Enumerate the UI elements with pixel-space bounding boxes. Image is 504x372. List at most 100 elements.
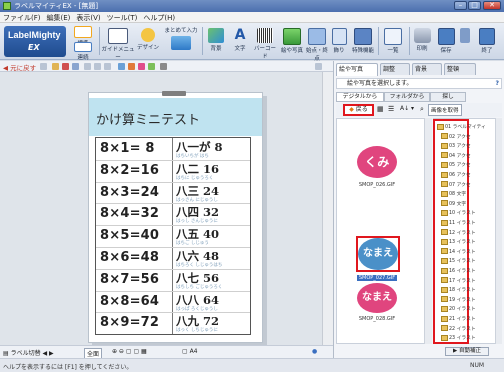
tree-folder-item[interactable]: 17 イラスト	[441, 277, 476, 284]
tree-folder-item[interactable]: 20 イラスト	[441, 305, 476, 312]
tab-arrange[interactable]: 整頓	[444, 63, 476, 75]
status-message: ヘルプを表示するには [F1] を押してください。	[3, 364, 133, 371]
thumb-namae[interactable]: なまえ	[357, 283, 397, 313]
brush-icon[interactable]	[148, 63, 155, 70]
tree-folder-label: 01 ラベルマイティ	[445, 125, 486, 130]
tab-search[interactable]: 探し	[430, 92, 466, 102]
app-icon	[3, 2, 11, 10]
thumbnail-scrollbar[interactable]	[424, 118, 432, 344]
guide-menu-button[interactable]: ガイドメニュー	[101, 28, 135, 61]
color-icon[interactable]	[128, 63, 135, 70]
special-function-button[interactable]: 特殊機能	[350, 28, 376, 54]
tree-folder-item[interactable]: 11 イラスト	[441, 219, 476, 226]
cut-icon[interactable]	[52, 63, 59, 70]
sort-icon[interactable]: A↓ ▾	[400, 105, 414, 112]
get-image-button[interactable]: 画像を取得	[428, 104, 462, 116]
clipart-button[interactable]: 絵や写真	[280, 28, 304, 54]
continuous-button[interactable]: 連続	[70, 42, 96, 61]
minimize-button[interactable]: –	[454, 1, 467, 10]
tree-folder-item[interactable]: 06 アクセ	[441, 171, 471, 178]
tree-folder-item[interactable]: 15 イラスト	[441, 257, 476, 264]
folder-icon	[441, 296, 448, 303]
bulk-input-button[interactable]: まとめて入力	[163, 26, 199, 51]
edit-toolbar: ◀ 元に戻す	[0, 61, 333, 72]
zoom-in-icon[interactable]: ⊕ ⊖ ▢ ▢ ▦	[112, 348, 147, 355]
redo-icon[interactable]	[40, 63, 47, 70]
help-icon[interactable]: ●	[312, 348, 317, 355]
tree-folder-label: 23 イラスト	[449, 336, 476, 342]
view-list-icon[interactable]: ☰	[388, 105, 394, 113]
search-icon[interactable]: ⌕	[420, 105, 424, 114]
panel-toggle-icon[interactable]	[315, 63, 322, 70]
back-button[interactable]: ◆ 戻る	[343, 104, 374, 116]
canvas-scrollbar[interactable]	[322, 72, 333, 345]
tree-folder-item[interactable]: 07 アクセ	[441, 181, 471, 188]
pen-icon[interactable]	[138, 63, 145, 70]
tree-scrollbar[interactable]	[495, 118, 502, 344]
table-row[interactable]: 8×9=72 八九 72 はっく しちじゅうに	[96, 312, 250, 335]
label-switch[interactable]: ▤ ラベル切替 ◀ ▶	[3, 348, 54, 357]
table-row[interactable]: 8×1= 8 八一が 8 はちいちが はち	[96, 138, 250, 161]
tab-background[interactable]: 背景	[412, 63, 442, 75]
list-button[interactable]: 一覧	[380, 28, 406, 54]
align-icon[interactable]	[84, 63, 91, 70]
tab-digital[interactable]: デジタルから	[336, 92, 384, 102]
help-question-icon[interactable]: ?	[496, 79, 499, 88]
edit-button[interactable]	[458, 28, 472, 44]
tree-folder-item[interactable]: 21 イラスト	[441, 315, 476, 322]
table-row[interactable]: 8×4=32 八四 32 はっし さんじゅうに	[96, 203, 250, 226]
tree-folder-item[interactable]: 19 イラスト	[441, 296, 476, 303]
table-row[interactable]: 8×2=16 八二 16 はちに じゅうろく	[96, 160, 250, 183]
table-row[interactable]: 8×3=24 八三 24 はっさん にじゅうし	[96, 182, 250, 205]
decoration-label: 飾り	[333, 48, 345, 54]
tree-folder-item[interactable]: 18 イラスト	[441, 286, 476, 293]
tree-folder-item[interactable]: 12 イラスト	[441, 229, 476, 236]
table-row[interactable]: 8×5=40 八五 40 はちご しじゅう	[96, 225, 250, 248]
tree-folder-item[interactable]: 13 イラスト	[441, 238, 476, 245]
tree-folder-item[interactable]: 09 文字	[441, 200, 466, 207]
table-row[interactable]: 8×7=56 八七 56 はちしち ごじゅうろく	[96, 269, 250, 292]
exit-button[interactable]: 終了	[476, 28, 498, 54]
tree-folder-item[interactable]: 01 ラベルマイティ	[437, 123, 486, 130]
reading-kana: はちご しじゅう	[176, 241, 209, 247]
tree-folder-item[interactable]: 04 アクセ	[441, 152, 471, 159]
copy-icon[interactable]	[62, 63, 69, 70]
start-end-button[interactable]: 始点・終点	[305, 28, 329, 62]
maximize-button[interactable]: □	[468, 1, 481, 10]
rotate-icon[interactable]	[160, 63, 167, 70]
group-icon[interactable]	[94, 63, 101, 70]
tab-adjust[interactable]: 調整	[380, 63, 410, 75]
view-grid-icon[interactable]: ▦	[377, 105, 384, 113]
tree-folder-item[interactable]: 22 イラスト	[441, 325, 476, 332]
tree-folder-item[interactable]: 08 文字	[441, 190, 466, 197]
tree-folder-item[interactable]: 05 アクセ	[441, 161, 471, 168]
close-button[interactable]: ✕	[483, 1, 501, 10]
tree-folder-item[interactable]: 23 イラスト	[441, 334, 476, 341]
auto-correct-button[interactable]: ▶ 自動補正	[445, 347, 489, 356]
decoration-button[interactable]: 飾り	[330, 28, 348, 54]
tree-folder-item[interactable]: 16 イラスト	[441, 267, 476, 274]
source-tabs: デジタルから フォルダから 探し	[336, 92, 502, 102]
barcode-button[interactable]: バーコード	[252, 28, 278, 60]
tree-folder-item[interactable]: 14 イラスト	[441, 248, 476, 255]
order-icon[interactable]	[104, 63, 111, 70]
table-row[interactable]: 8×8=64 八八 64 はっぱ ろくじゅうし	[96, 291, 250, 314]
frame-icon[interactable]	[118, 63, 125, 70]
tab-folder[interactable]: フォルダから	[384, 92, 430, 102]
tree-folder-item[interactable]: 10 イラスト	[441, 209, 476, 216]
multiplication-table[interactable]: 8×1= 8 八一が 8 はちいちが はち 8×2=16 八二 16 はちに じゅうろく 8…	[95, 137, 251, 335]
table-row[interactable]: 8×6=48 八六 48 はちろく しじゅうはち	[96, 247, 250, 270]
background-button[interactable]: 背景	[204, 28, 228, 52]
paste-icon[interactable]	[72, 63, 79, 70]
undo-button[interactable]: ◀ 元に戻す	[3, 62, 36, 72]
tree-folder-item[interactable]: 03 アクセ	[441, 142, 471, 149]
print-button[interactable]: 印刷	[411, 28, 433, 52]
save-button[interactable]: 保存	[435, 28, 457, 54]
thumb-kumi[interactable]: くみ	[357, 146, 397, 178]
design-button[interactable]: デザイン	[135, 28, 161, 51]
text-button[interactable]: A 文字	[230, 28, 250, 53]
tab-clipart[interactable]: 絵や写真	[336, 63, 378, 76]
page-title[interactable]: かけ算ミニテスト	[96, 109, 200, 128]
tree-folder-item[interactable]: 02 アクセ	[441, 133, 471, 140]
tree-folder-label: 13 イラスト	[449, 240, 476, 246]
